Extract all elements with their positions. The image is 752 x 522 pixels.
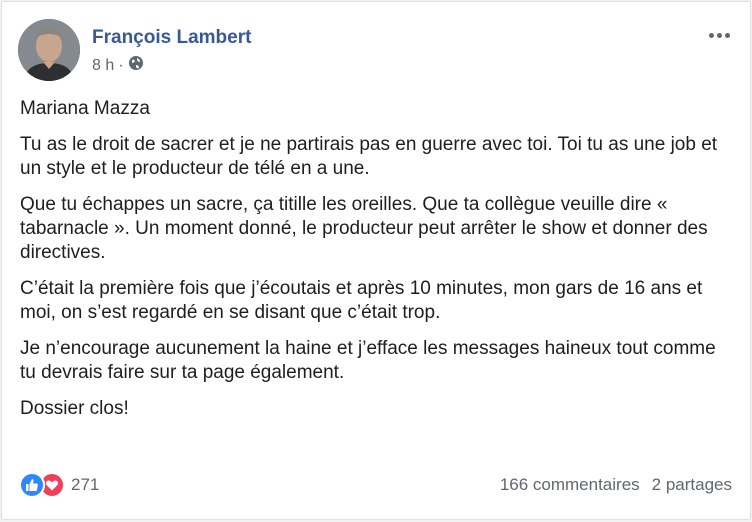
post-paragraph: Mariana Mazza <box>20 98 150 119</box>
post-paragraph: Tu as le droit de sacrer et je ne partir… <box>20 134 718 179</box>
shares-count-link[interactable]: 2 partages <box>652 475 732 495</box>
author-name[interactable]: François Lambert <box>92 27 251 49</box>
avatar-image <box>18 19 80 81</box>
reactions-summary[interactable]: 271 <box>19 472 99 498</box>
post-body: Mariana Mazza Tu as le droit de sacrer e… <box>20 97 735 433</box>
post-time[interactable]: 8 h <box>92 57 114 75</box>
post-paragraph: C’était la première fois que j’écoutais … <box>20 278 703 323</box>
like-icon <box>19 472 45 498</box>
more-dot <box>716 32 722 38</box>
post-header: François Lambert 8 h · <box>18 19 734 81</box>
comments-count-link[interactable]: 166 commentaires <box>500 475 640 495</box>
post-meta: 8 h · <box>92 55 144 76</box>
author-avatar[interactable] <box>18 19 80 81</box>
reaction-count: 271 <box>71 475 100 494</box>
post-card: François Lambert 8 h · Mariana Mazza Tu … <box>1 1 751 520</box>
post-paragraph: Je n’encourage aucunement la haine et j’… <box>20 338 716 383</box>
more-options-button[interactable] <box>704 27 734 43</box>
post-paragraph: Que tu échappes un sacre, ça titille les… <box>20 194 708 263</box>
post-footer: 271 166 commentaires 2 partages <box>19 470 732 500</box>
more-dot <box>724 32 730 38</box>
globe-icon <box>128 55 144 76</box>
post-paragraph: Dossier clos! <box>20 398 129 419</box>
engagement-stats: 166 commentaires 2 partages <box>500 475 732 495</box>
more-horizontal-icon <box>708 32 714 38</box>
meta-separator: · <box>118 56 124 74</box>
